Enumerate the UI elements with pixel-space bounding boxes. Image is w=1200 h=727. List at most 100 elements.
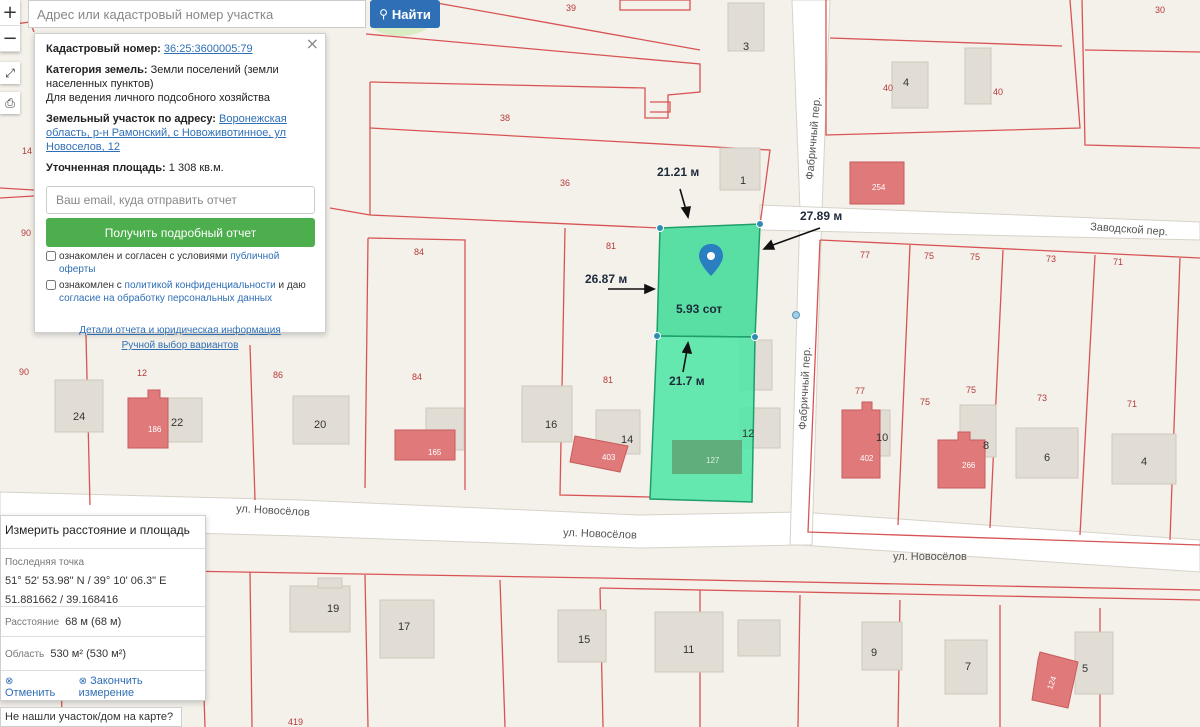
vertex[interactable] (756, 220, 764, 228)
parcel-number: 77 (860, 250, 870, 260)
parcel-number: 36 (560, 178, 570, 188)
finish-measure-button[interactable]: ⊗ Закончить измерение (79, 675, 201, 699)
house-number: 10 (876, 432, 888, 444)
parcel-number: 90 (19, 367, 29, 377)
building-number: 165 (428, 448, 442, 457)
parcel-number: 75 (920, 397, 930, 407)
measure-title: Измерить расстояние и площадь (1, 516, 205, 549)
parcel-number: 75 (970, 252, 980, 262)
parcel-number: 90 (21, 228, 31, 238)
house-number: 11 (683, 644, 694, 656)
distance-label: Расстояние (5, 617, 60, 628)
finish-measure-label: Закончить измерение (78, 675, 143, 699)
cadastral-label: Кадастровый номер: (46, 43, 161, 55)
report-details-link[interactable]: Детали отчета и юридическая информация (79, 325, 281, 336)
dimension-top-label: 21.21 м (657, 165, 699, 179)
fullscreen-icon[interactable]: ⤢ (0, 62, 20, 84)
consent-privacy-checkbox[interactable] (46, 280, 56, 290)
house-number: 14 (621, 434, 633, 446)
parcel-number: 30 (1155, 5, 1165, 15)
vertex[interactable] (751, 333, 759, 341)
cadastral-number-link[interactable]: 36:25:3600005:79 (164, 43, 253, 55)
coords-dms: 51° 52' 53.98" N / 39° 10' 06.3" E (5, 575, 167, 587)
vertex[interactable] (656, 224, 664, 232)
parcel-area-label: 5.93 сот (676, 302, 722, 316)
cancel-icon: ⊗ (5, 676, 14, 687)
house-number: 4 (903, 77, 909, 89)
parcel-number: 77 (855, 386, 865, 396)
parcel-number: 75 (966, 385, 976, 395)
vertex[interactable] (653, 332, 661, 340)
house-number: 17 (398, 621, 410, 633)
house-number: 7 (965, 661, 971, 673)
house-number: 12 (742, 428, 754, 440)
area-value: 1 308 кв.м. (168, 162, 224, 174)
building-number: 403 (602, 453, 616, 462)
area-measure-label: Область (5, 649, 45, 660)
building-number: 186 (148, 425, 162, 434)
get-report-button[interactable]: Получить подробный отчет (46, 218, 315, 247)
house-number: 8 (983, 440, 989, 452)
measure-point[interactable] (792, 311, 800, 319)
house-number: 22 (171, 417, 183, 429)
house-number: 16 (545, 419, 557, 431)
parcel-number: 71 (1127, 399, 1137, 409)
dimension-right-label: 27.89 м (800, 209, 842, 223)
house-number: 5 (1082, 663, 1088, 675)
privacy-policy-link[interactable]: политикой конфиденциальности (125, 280, 276, 291)
parcel-number: 81 (606, 241, 616, 251)
house-number: 3 (743, 41, 749, 53)
manual-selection-link[interactable]: Ручной выбор вариантов (122, 340, 239, 351)
search-icon: ⚲ (379, 7, 388, 21)
area-measure-value: 530 м² (530 м²) (50, 648, 127, 660)
house-number: 20 (314, 419, 326, 431)
print-icon[interactable]: ⎙ (0, 92, 20, 114)
search-input[interactable] (28, 0, 366, 28)
area-label: Уточненная площадь: (46, 162, 166, 174)
parcel-number: 75 (924, 251, 934, 261)
parcel-number: 84 (412, 372, 422, 382)
consent-offer-text: ознакомлен и согласен с условиями (59, 251, 228, 262)
not-found-link[interactable]: Не нашли участок/дом на карте? (0, 707, 182, 727)
parcel-number: 84 (414, 247, 424, 257)
house-number: 19 (327, 603, 339, 615)
parcel-number: 73 (1037, 393, 1047, 403)
zoom-controls: + − (0, 0, 20, 52)
house-number: 1 (740, 175, 746, 187)
measure-panel: Измерить расстояние и площадь Последняя … (0, 515, 206, 701)
consent-privacy: ознакомлен с политикой конфиденциальност… (46, 279, 314, 305)
parcel-number: 73 (1046, 254, 1056, 264)
house-number: 24 (73, 411, 85, 423)
zoom-in-button[interactable]: + (0, 0, 20, 26)
building-number: 266 (962, 461, 976, 470)
consent-privacy-text-after: и даю (278, 280, 306, 291)
consent-offer-checkbox[interactable] (46, 251, 56, 261)
parcel-info-popup: × Кадастровый номер: 36:25:3600005:79 Ка… (34, 33, 326, 351)
parcel-number: 39 (566, 3, 576, 13)
building-number: 402 (860, 454, 874, 463)
parcel-number: 419 (288, 717, 303, 727)
last-point-label: Последняя точка (5, 557, 85, 568)
house-number: 9 (871, 647, 877, 659)
parcel-number: 40 (993, 87, 1003, 97)
search-button[interactable]: ⚲ Найти (370, 0, 440, 28)
house-number: 6 (1044, 452, 1050, 464)
parcel-number: 81 (603, 375, 613, 385)
personal-data-consent-link[interactable]: согласие на обработку персональных данны… (59, 293, 272, 304)
category-label: Категория земель: (46, 64, 148, 76)
zoom-out-button[interactable]: − (0, 26, 20, 52)
parcel-number: 12 (137, 368, 147, 378)
distance-value: 68 м (68 м) (65, 616, 122, 628)
dimension-bottom-label: 21.7 м (669, 374, 705, 388)
cancel-measure-button[interactable]: ⊗ Отменить (5, 675, 67, 699)
building-number: 127 (706, 456, 720, 465)
land-use-value: Для ведения личного подсобного хозяйства (46, 92, 270, 104)
street-label: ул. Новосёлов (893, 551, 967, 563)
email-field[interactable] (46, 186, 315, 214)
close-icon[interactable]: × (306, 36, 319, 52)
consent-privacy-text: ознакомлен с (59, 280, 122, 291)
building-number: 254 (872, 183, 886, 192)
consent-offer: ознакомлен и согласен с условиями публич… (46, 250, 314, 276)
house-number: 4 (1141, 456, 1147, 468)
house-number: 15 (578, 634, 590, 646)
